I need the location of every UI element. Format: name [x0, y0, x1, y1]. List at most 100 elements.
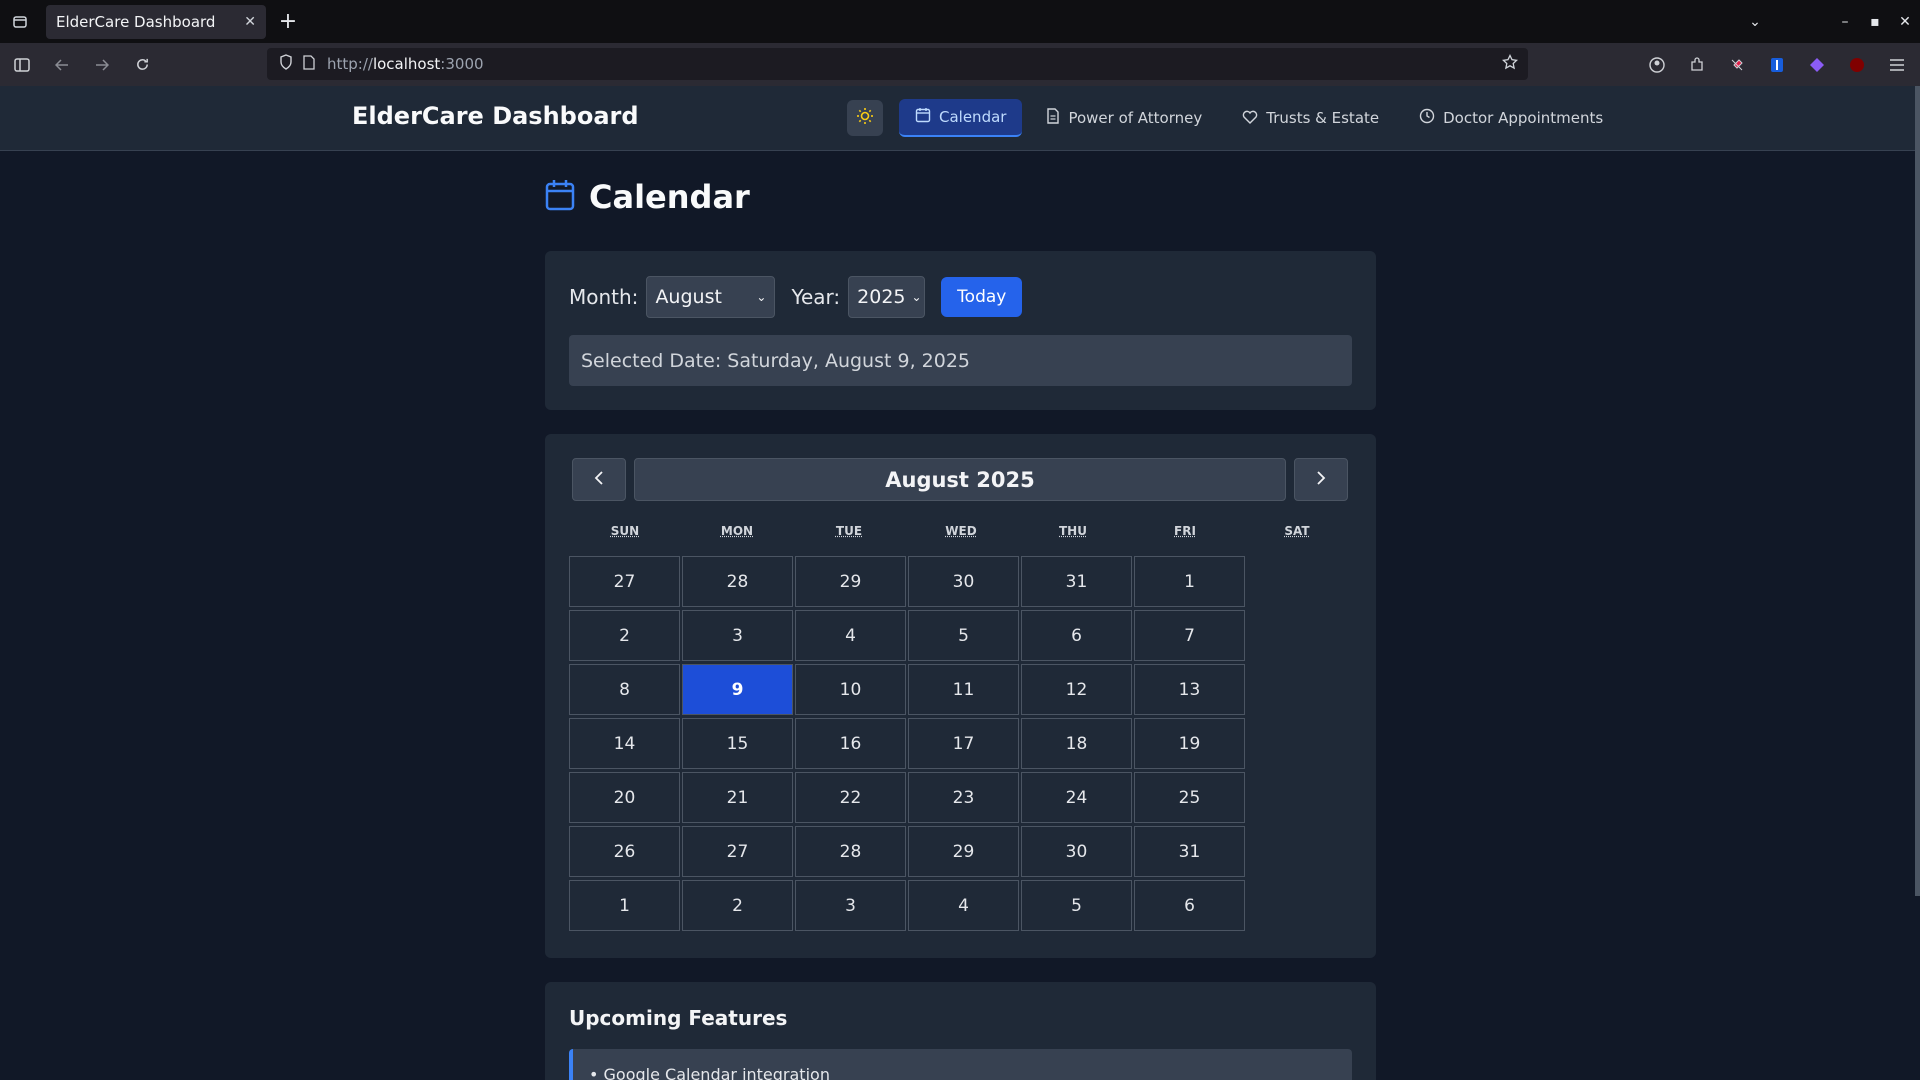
day-cell[interactable]: 17: [908, 718, 1019, 769]
day-cell[interactable]: 14: [569, 718, 680, 769]
day-cell[interactable]: 29: [795, 556, 906, 607]
browser-tab-bar: ElderCare Dashboard ✕ + ⌄ – ▪ ✕: [0, 0, 1920, 43]
url-port: :3000: [440, 55, 483, 73]
prev-month-button[interactable]: [572, 458, 626, 501]
day-cell[interactable]: 22: [795, 772, 906, 823]
day-cell[interactable]: 24: [1021, 772, 1132, 823]
next-month-button[interactable]: [1294, 458, 1348, 501]
weekday-tue: TUE: [793, 524, 905, 538]
day-cell[interactable]: 4: [795, 610, 906, 661]
page-heading: Calendar: [545, 178, 750, 216]
day-cell[interactable]: 31: [1021, 556, 1132, 607]
nav-doctor-appointments-label: Doctor Appointments: [1443, 109, 1603, 127]
day-cell[interactable]: 3: [795, 880, 906, 931]
nav-doctor-appointments[interactable]: Doctor Appointments: [1403, 99, 1619, 137]
tab-list-icon[interactable]: [0, 0, 40, 43]
date-controls-card: Month: August ⌄ Year: 2025 ⌄ Today Selec…: [545, 251, 1376, 410]
sidebar-icon[interactable]: [4, 47, 40, 83]
weekday-sat: SAT: [1241, 524, 1353, 538]
day-cell[interactable]: 1: [569, 880, 680, 931]
new-tab-icon[interactable]: +: [270, 5, 306, 39]
close-tab-icon[interactable]: ✕: [244, 14, 256, 30]
nav-power-of-attorney[interactable]: Power of Attorney: [1030, 99, 1218, 137]
reload-icon[interactable]: [124, 47, 160, 83]
weekday-wed: WED: [905, 524, 1017, 538]
today-button[interactable]: Today: [941, 277, 1022, 317]
day-cell[interactable]: 5: [908, 610, 1019, 661]
minimize-icon[interactable]: –: [1830, 14, 1860, 30]
day-cell[interactable]: 16: [795, 718, 906, 769]
day-cell[interactable]: 9: [682, 664, 793, 715]
menu-icon[interactable]: [1882, 50, 1912, 80]
calendar-icon: [915, 107, 931, 127]
day-cell[interactable]: 7: [1134, 610, 1245, 661]
month-title-button[interactable]: August 2025: [634, 458, 1286, 501]
day-cell[interactable]: 26: [569, 826, 680, 877]
day-cell[interactable]: 3: [682, 610, 793, 661]
page-scrollbar[interactable]: [1915, 86, 1920, 896]
day-cell[interactable]: 20: [569, 772, 680, 823]
close-window-icon[interactable]: ✕: [1890, 14, 1920, 30]
day-cell[interactable]: 27: [682, 826, 793, 877]
day-cell[interactable]: 28: [795, 826, 906, 877]
page-title: Calendar: [589, 178, 750, 216]
pin-extension-icon[interactable]: [1722, 50, 1752, 80]
year-select[interactable]: 2025 ⌄: [848, 276, 925, 318]
day-cell[interactable]: 13: [1134, 664, 1245, 715]
forward-icon[interactable]: [84, 47, 120, 83]
extension-icons: [1642, 43, 1912, 86]
shield-icon[interactable]: [279, 54, 293, 74]
day-cell[interactable]: 2: [682, 880, 793, 931]
theme-toggle-button[interactable]: [847, 100, 883, 136]
bookmark-star-icon[interactable]: [1502, 54, 1518, 74]
day-cell[interactable]: 21: [682, 772, 793, 823]
upcoming-features-card: Upcoming Features • Google Calendar inte…: [545, 982, 1376, 1080]
nav-calendar-label: Calendar: [939, 108, 1006, 126]
day-cell[interactable]: 6: [1134, 880, 1245, 931]
browser-tab[interactable]: ElderCare Dashboard ✕: [46, 5, 266, 39]
bitwarden-icon[interactable]: [1762, 50, 1792, 80]
day-cell[interactable]: 12: [1021, 664, 1132, 715]
day-cell[interactable]: 8: [569, 664, 680, 715]
day-cell[interactable]: 18: [1021, 718, 1132, 769]
nav-trusts-estate-label: Trusts & Estate: [1266, 109, 1379, 127]
day-cell[interactable]: 25: [1134, 772, 1245, 823]
diamond-extension-icon[interactable]: [1802, 50, 1832, 80]
day-cell[interactable]: 5: [1021, 880, 1132, 931]
day-cell[interactable]: 23: [908, 772, 1019, 823]
maximize-icon[interactable]: ▪: [1860, 14, 1890, 30]
day-cell[interactable]: 6: [1021, 610, 1132, 661]
browser-tab-title: ElderCare Dashboard: [56, 13, 244, 31]
browser-toolbar: http://localhost:3000: [0, 43, 1920, 86]
calendar-card: August 2025 SUN MON TUE WED THU FRI SAT 27 28 29…: [545, 434, 1376, 958]
url-bar[interactable]: http://localhost:3000: [267, 48, 1528, 80]
nav-trusts-estate[interactable]: Trusts & Estate: [1226, 99, 1395, 137]
day-cell[interactable]: 4: [908, 880, 1019, 931]
day-cell[interactable]: 15: [682, 718, 793, 769]
chevron-down-icon[interactable]: ⌄: [1730, 14, 1780, 30]
sun-icon: [856, 107, 874, 129]
day-cell[interactable]: 19: [1134, 718, 1245, 769]
day-cell[interactable]: 31: [1134, 826, 1245, 877]
chevron-down-icon: ⌄: [912, 290, 922, 304]
day-cell[interactable]: 28: [682, 556, 793, 607]
weekday-thu: THU: [1017, 524, 1129, 538]
calendar-icon: [545, 179, 575, 215]
back-icon[interactable]: [44, 47, 80, 83]
day-cell[interactable]: 30: [908, 556, 1019, 607]
day-cell[interactable]: 30: [1021, 826, 1132, 877]
day-cell[interactable]: 11: [908, 664, 1019, 715]
day-cell[interactable]: 29: [908, 826, 1019, 877]
calendar-nav: August 2025: [572, 458, 1348, 501]
day-cell[interactable]: 2: [569, 610, 680, 661]
day-cell[interactable]: 1: [1134, 556, 1245, 607]
main-nav: Calendar Power of Attorney Trusts & Esta…: [899, 99, 1619, 137]
nav-calendar[interactable]: Calendar: [899, 99, 1022, 137]
month-select[interactable]: August ⌄: [646, 276, 775, 318]
ublock-icon[interactable]: [1842, 50, 1872, 80]
account-icon[interactable]: [1642, 50, 1672, 80]
puzzle-icon[interactable]: [1682, 50, 1712, 80]
day-cell[interactable]: 27: [569, 556, 680, 607]
window-controls: ⌄ – ▪ ✕: [1730, 0, 1920, 43]
day-cell[interactable]: 10: [795, 664, 906, 715]
